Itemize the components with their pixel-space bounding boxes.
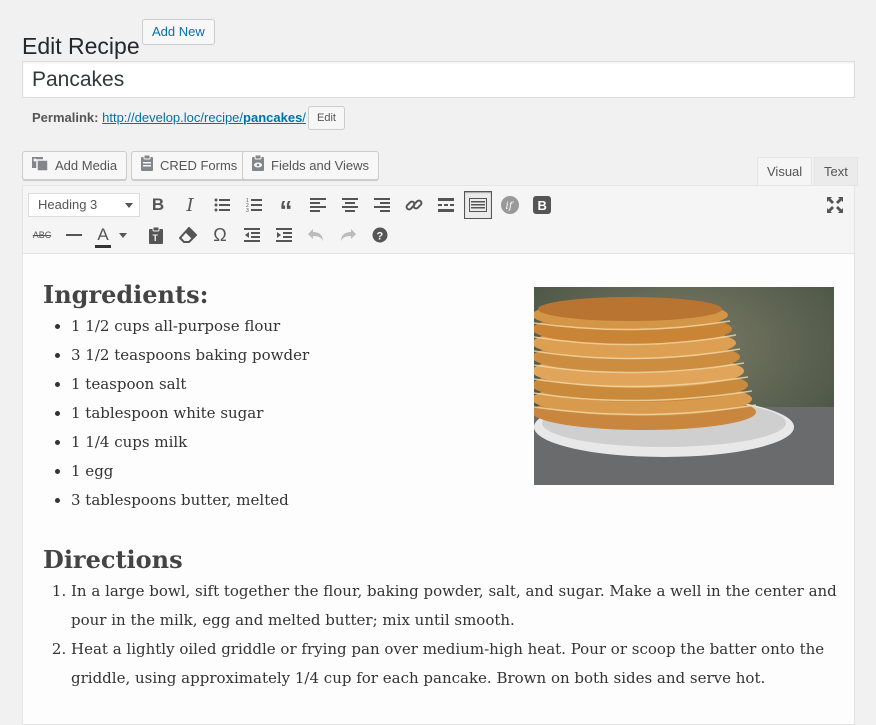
permalink: Permalink: http://develop.loc/recipe/pan… [32,108,306,128]
text-color-button[interactable]: A [92,221,132,249]
align-left-icon [310,198,326,212]
fields-views-button[interactable]: Fields and Views [242,151,380,180]
bold-button[interactable]: B [144,191,172,219]
indent-icon [276,228,292,242]
horizontal-line-icon [66,234,82,236]
tab-text[interactable]: Text [814,157,858,186]
permalink-slug: pancakes [243,110,303,125]
permalink-url-prefix: http://develop.loc/recipe/ [102,110,244,125]
fields-views-icon [251,153,265,180]
numbered-list-button[interactable]: 123 [240,191,268,219]
add-media-button[interactable]: Add Media [22,151,128,180]
permalink-url-suffix: / [302,110,306,125]
fullscreen-icon [827,197,843,213]
ingredients-list: 1 1/2 cups all-purpose flour 3 1/2 teasp… [23,312,309,515]
italic-button[interactable]: I [176,191,204,219]
align-right-icon [374,198,390,212]
fields-views-label: Fields and Views [271,158,370,173]
paste-text-icon: T [149,226,163,244]
permalink-label: Permalink: [32,110,99,125]
clipboard-icon [140,153,154,180]
keyboard-icon [469,198,487,212]
page-title: Edit Recipe [22,33,140,60]
list-item: 1 egg [71,457,309,486]
undo-button[interactable] [302,221,330,249]
insert-link-button[interactable] [400,191,428,219]
add-media-label: Add Media [55,158,118,173]
chevron-down-icon [125,203,133,208]
bootstrap-icon: B [533,196,551,214]
toolbar-toggle-button[interactable] [464,191,492,219]
svg-text:3: 3 [246,208,249,212]
tab-visual[interactable]: Visual [757,157,813,186]
ingredients-heading: Ingredients: [43,280,209,309]
numbered-list-icon: 123 [246,198,262,212]
redo-icon [341,229,356,241]
undo-icon [308,229,323,241]
special-character-button[interactable]: Ω [206,221,234,249]
blockquote-button[interactable]: “ [272,191,300,225]
cred-forms-label: CRED Forms [160,158,238,173]
bulleted-list-icon [214,198,230,212]
increase-indent-button[interactable] [270,221,298,249]
align-center-icon [342,198,358,212]
bootstrap-button[interactable]: B [528,191,556,219]
post-title-input[interactable]: Pancakes [22,61,855,98]
distraction-free-button[interactable] [821,191,849,219]
redo-button[interactable] [334,221,362,249]
editor-toolbar: Heading 3 B I 123 “ if B ABC A T Ω ? [23,186,854,254]
conditional-button[interactable]: if [496,191,524,219]
clear-formatting-button[interactable] [174,221,202,249]
eraser-icon [179,227,197,243]
strikethrough-button[interactable]: ABC [28,221,56,249]
chevron-down-icon [118,232,127,238]
list-item: 3 1/2 teaspoons baking powder [71,341,309,370]
directions-list: In a large bowl, sift together the flour… [23,577,861,693]
list-item: 3 tablespoons butter, melted [71,486,309,515]
svg-text:B: B [538,198,547,213]
read-more-button[interactable] [432,191,460,219]
list-item: Heat a lightly oiled griddle or frying p… [71,635,861,693]
add-new-button[interactable]: Add New [142,19,215,45]
cred-forms-button[interactable]: CRED Forms [131,151,248,180]
link-icon [405,199,423,211]
paste-as-text-button[interactable]: T [142,221,170,249]
decrease-indent-button[interactable] [238,221,266,249]
format-select[interactable]: Heading 3 [28,193,140,217]
list-item: In a large bowl, sift together the flour… [71,577,861,635]
svg-text:T: T [153,233,159,243]
svg-text:?: ? [377,231,384,243]
outdent-icon [244,228,260,242]
editor-content[interactable]: Ingredients: 1 1/2 cups all-purpose flou… [23,254,854,724]
horizontal-line-button[interactable] [60,221,88,249]
permalink-link[interactable]: http://develop.loc/recipe/pancakes/ [102,110,306,125]
edit-slug-button[interactable]: Edit [308,106,345,130]
bulleted-list-button[interactable] [208,191,236,219]
help-icon: ? [372,227,388,243]
directions-heading: Directions [43,545,183,574]
align-right-button[interactable] [368,191,396,219]
editor: Heading 3 B I 123 “ if B ABC A T Ω ? Ing… [22,185,855,725]
read-more-icon [438,198,454,212]
list-item: 1 teaspoon salt [71,370,309,399]
align-center-button[interactable] [336,191,364,219]
align-left-button[interactable] [304,191,332,219]
help-button[interactable]: ? [366,221,394,249]
add-media-icon [31,153,49,180]
pancakes-image[interactable] [534,287,834,485]
list-item: 1 tablespoon white sugar [71,399,309,428]
format-select-value: Heading 3 [38,197,98,212]
list-item: 1 1/4 cups milk [71,428,309,457]
list-item: 1 1/2 cups all-purpose flour [71,312,309,341]
conditional-if-icon: if [501,196,519,214]
text-color-icon: A [95,225,112,248]
